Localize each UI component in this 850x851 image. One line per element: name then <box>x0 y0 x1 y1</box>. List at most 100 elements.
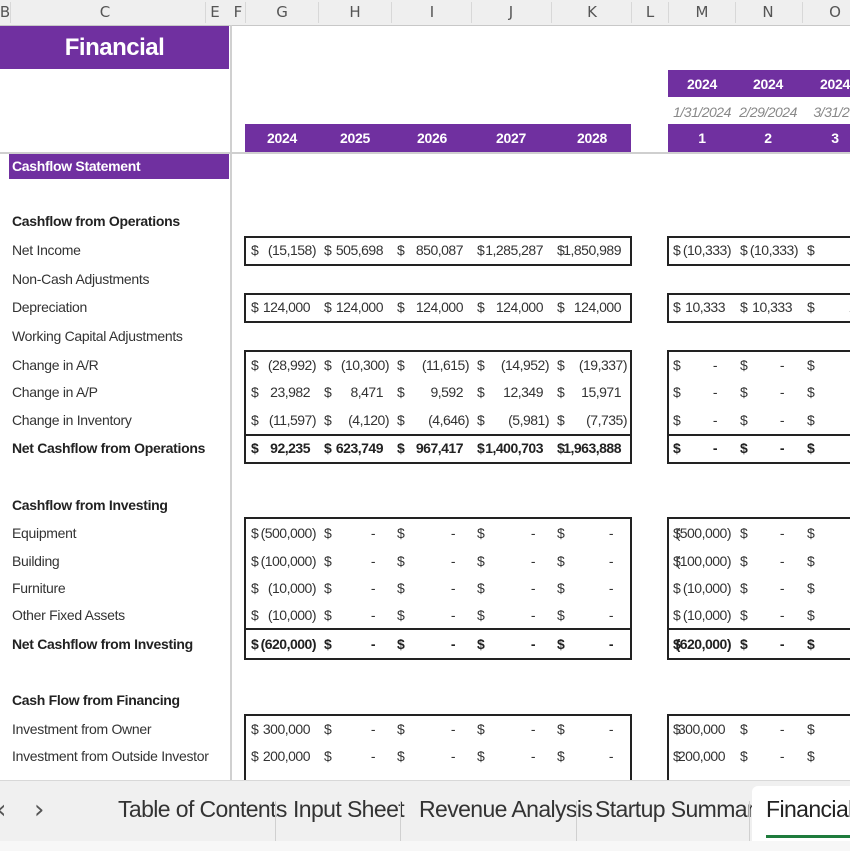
cell-outside[interactable]: $- <box>557 748 627 768</box>
next-sheet-icon[interactable]: › <box>34 795 44 825</box>
cell-net-income[interactable]: $(10,3 <box>807 242 850 262</box>
cell-furniture[interactable]: $- <box>397 580 469 600</box>
column-header-n[interactable]: N <box>762 3 773 21</box>
cell-outside[interactable]: $- <box>324 748 389 768</box>
column-header-c[interactable]: C <box>100 3 110 21</box>
cell-net-inv[interactable]: $- <box>397 636 469 656</box>
column-header-l[interactable]: L <box>646 3 654 21</box>
cell-ap[interactable]: $- <box>673 384 731 404</box>
cell-ap[interactable]: $15,971 <box>557 384 627 404</box>
cell-owner[interactable]: $- <box>477 721 549 741</box>
cell-other-fixed[interactable]: $ (10,000) <box>251 607 317 627</box>
cell-other-fixed[interactable]: $- <box>557 607 627 627</box>
column-header-g[interactable]: G <box>276 3 288 21</box>
column-header-j[interactable]: J <box>509 3 513 21</box>
cell-building[interactable]: $- <box>324 553 389 573</box>
cell-net-income[interactable]: $1,850,989 <box>557 242 627 262</box>
cell-ap[interactable]: $- <box>807 384 850 404</box>
cell-ar[interactable]: $ (11,615) <box>397 357 470 377</box>
column-header-o[interactable]: O <box>829 3 841 21</box>
cell-ar[interactable]: $ (10,300) <box>324 357 390 377</box>
column-header-h[interactable]: H <box>349 3 360 21</box>
cell-furniture[interactable]: $- <box>807 580 850 600</box>
cell-net-income[interactable]: $ (10,333) <box>673 242 732 262</box>
cell-depreciation[interactable]: $124,000 <box>397 299 469 319</box>
cell-inventory[interactable]: $ (7,735) <box>557 412 627 432</box>
cell-net-inv[interactable]: $- <box>324 636 389 656</box>
cell-ap[interactable]: $9,592 <box>397 384 469 404</box>
cell-building[interactable]: $- <box>740 553 798 573</box>
cell-net-ops[interactable]: $967,417 <box>397 440 469 460</box>
cell-ar[interactable]: $- <box>740 357 798 377</box>
cell-other-fixed[interactable]: $- <box>397 607 469 627</box>
cell-outside[interactable]: $200,000 <box>673 748 731 768</box>
cell-other-fixed[interactable]: $- <box>477 607 549 627</box>
cell-other-fixed[interactable]: $ (10,000) <box>673 607 732 627</box>
column-header-e[interactable]: E <box>210 3 219 21</box>
cell-depreciation[interactable]: $124,000 <box>251 299 316 319</box>
cell-outside[interactable]: $- <box>740 748 798 768</box>
cell-other-fixed[interactable]: $- <box>324 607 389 627</box>
cell-net-inv[interactable]: $- <box>557 636 627 656</box>
cell-outside[interactable]: $- <box>477 748 549 768</box>
cell-other-fixed[interactable]: $- <box>740 607 798 627</box>
cell-building[interactable]: $- <box>397 553 469 573</box>
cell-building[interactable]: $ (100,000) <box>251 553 317 573</box>
cell-depreciation[interactable]: $10,333 <box>740 299 798 319</box>
cell-furniture[interactable]: $- <box>557 580 627 600</box>
column-header-k[interactable]: K <box>587 3 597 21</box>
cell-building[interactable]: $ (100,000) <box>673 553 732 573</box>
cell-depreciation[interactable]: $124,000 <box>477 299 549 319</box>
cell-ap[interactable]: $23,982 <box>251 384 316 404</box>
cell-outside[interactable]: $- <box>397 748 469 768</box>
cell-furniture[interactable]: $ (10,000) <box>673 580 732 600</box>
cell-outside[interactable]: $- <box>807 748 850 768</box>
cell-net-inv[interactable]: $- <box>740 636 798 656</box>
cell-equipment[interactable]: $- <box>324 525 389 545</box>
cell-owner[interactable]: $- <box>557 721 627 741</box>
column-header-i[interactable]: I <box>430 3 434 21</box>
cell-ap[interactable]: $8,471 <box>324 384 389 404</box>
cell-equipment[interactable]: $ (500,000) <box>673 525 732 545</box>
cell-net-income[interactable]: $850,087 <box>397 242 469 262</box>
cell-net-income[interactable]: $ (15,158) <box>251 242 317 262</box>
cell-furniture[interactable]: $- <box>477 580 549 600</box>
cell-inventory[interactable]: $ (11,597) <box>251 412 317 432</box>
cell-equipment[interactable]: $- <box>477 525 549 545</box>
column-header-m[interactable]: M <box>696 3 709 21</box>
cell-net-income[interactable]: $ (10,333) <box>740 242 799 262</box>
cell-net-ops[interactable]: $92,235 <box>251 440 316 460</box>
cell-inventory[interactable]: $ (5,981) <box>477 412 549 432</box>
cell-net-inv[interactable]: $- <box>477 636 549 656</box>
cell-net-inv[interactable]: $ (620,000) <box>673 636 732 656</box>
cell-depreciation[interactable]: $124,000 <box>324 299 389 319</box>
cell-ap[interactable]: $- <box>740 384 798 404</box>
cell-net-ops[interactable]: $- <box>740 440 798 460</box>
column-header-f[interactable]: F <box>234 3 243 21</box>
cell-depreciation[interactable]: $10,333 <box>673 299 731 319</box>
tab-table-of-contents[interactable]: Table of Contents <box>118 796 287 823</box>
cell-ar[interactable]: $ (19,337) <box>557 357 628 377</box>
cell-owner[interactable]: $300,000 <box>251 721 316 741</box>
cell-net-ops[interactable]: $1,963,888 <box>557 440 627 460</box>
cell-inventory[interactable]: $- <box>807 412 850 432</box>
prev-sheet-icon[interactable]: ‹ <box>0 795 6 825</box>
cell-ar[interactable]: $ (28,992) <box>251 357 317 377</box>
cell-ar[interactable]: $ (14,952) <box>477 357 550 377</box>
cell-inventory[interactable]: $- <box>673 412 731 432</box>
cell-equipment[interactable]: $- <box>557 525 627 545</box>
cell-owner[interactable]: $- <box>807 721 850 741</box>
cell-ap[interactable]: $12,349 <box>477 384 549 404</box>
cell-equipment[interactable]: $ (500,000) <box>251 525 317 545</box>
cell-building[interactable]: $- <box>557 553 627 573</box>
cell-net-inv[interactable]: $- <box>807 636 850 656</box>
cell-equipment[interactable]: $- <box>807 525 850 545</box>
cell-depreciation[interactable]: $10,3 <box>807 299 850 319</box>
tab-revenue-analysis[interactable]: Revenue Analysis <box>419 796 593 823</box>
cell-owner[interactable]: $- <box>324 721 389 741</box>
cell-building[interactable]: $- <box>807 553 850 573</box>
cell-net-ops[interactable]: $623,749 <box>324 440 389 460</box>
cell-other-fixed[interactable]: $- <box>807 607 850 627</box>
cell-net-inv[interactable]: $ (620,000) <box>251 636 317 656</box>
cell-owner[interactable]: $- <box>740 721 798 741</box>
